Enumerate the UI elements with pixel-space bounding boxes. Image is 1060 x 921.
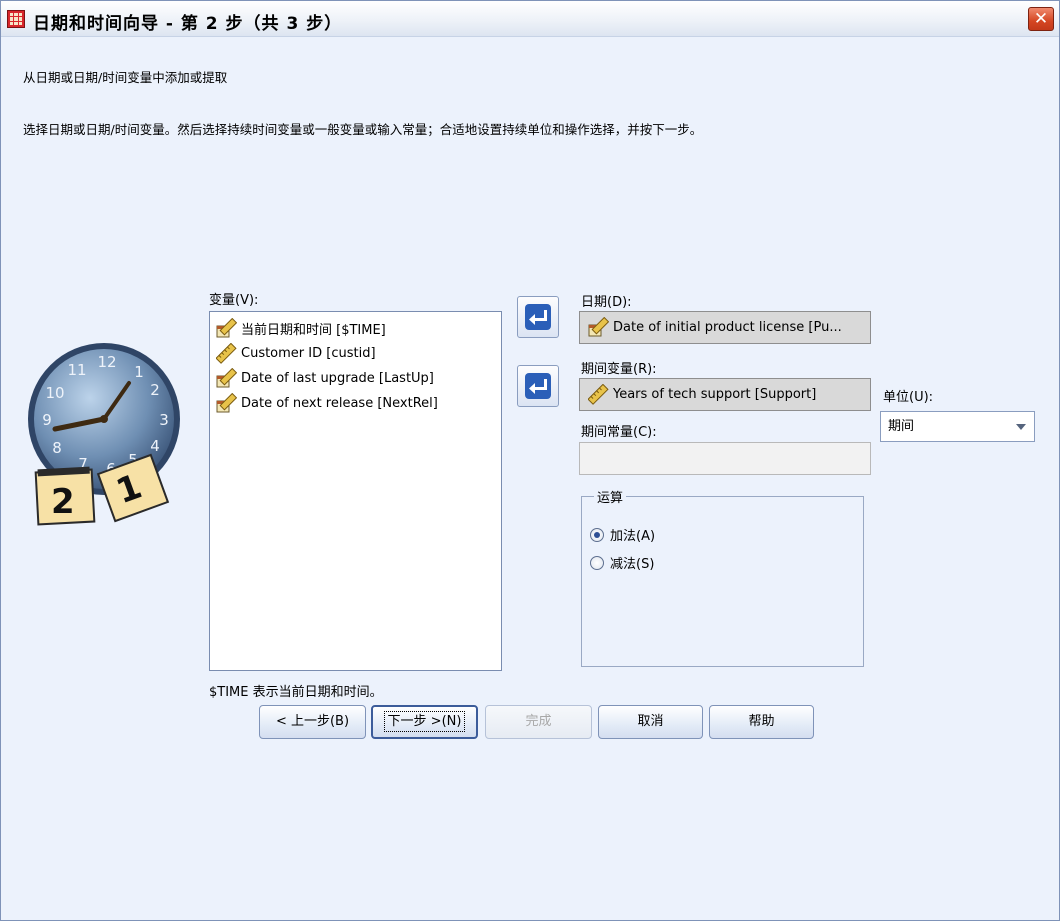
date-field-value: Date of initial product license [Pu... bbox=[613, 320, 842, 335]
variables-label: 变量(V): bbox=[209, 293, 259, 308]
clock-icon: 12 11 1 10 2 9 3 8 4 7 6 5 2 bbox=[28, 343, 180, 526]
clock-number: 10 bbox=[45, 384, 64, 402]
chevron-down-icon[interactable] bbox=[1016, 424, 1026, 430]
list-item[interactable]: Date of next release [NextRel] bbox=[216, 392, 438, 414]
calendar-page-number: 2 bbox=[51, 482, 75, 522]
duration-constant-input[interactable] bbox=[579, 442, 871, 475]
move-to-date-button[interactable] bbox=[517, 296, 559, 338]
date-ruler-icon bbox=[216, 392, 237, 412]
next-button-label: 下一步 >(N) bbox=[383, 711, 466, 732]
clock-calendar-illustration: 12 11 1 10 2 9 3 8 4 7 6 5 2 bbox=[19, 341, 199, 531]
variable-label: Customer ID [custid] bbox=[241, 345, 376, 361]
clock-number: 12 bbox=[97, 353, 116, 371]
add-radio-label: 加法(A) bbox=[610, 529, 656, 544]
duration-variable-field[interactable]: Years of tech support [Support] bbox=[579, 378, 871, 411]
list-item[interactable]: Date of last upgrade [LastUp] bbox=[216, 367, 434, 389]
operation-group: 运算 加法(A) 减法(S) bbox=[581, 487, 864, 667]
operation-legend: 运算 bbox=[594, 487, 627, 506]
spss-data-icon bbox=[7, 10, 25, 28]
wizard-subtitle: 从日期或日期/时间变量中添加或提取 bbox=[23, 70, 228, 85]
list-item[interactable]: 当前日期和时间 [$TIME] bbox=[216, 317, 386, 339]
date-ruler-icon bbox=[588, 317, 609, 337]
calendar-icon: 2 bbox=[34, 466, 96, 526]
cancel-button[interactable]: 取消 bbox=[598, 705, 703, 739]
clock-number: 4 bbox=[150, 437, 160, 455]
clock-number: 1 bbox=[134, 363, 144, 381]
ruler-icon bbox=[588, 384, 609, 405]
clock-number: 8 bbox=[52, 439, 62, 457]
date-label: 日期(D): bbox=[581, 295, 632, 310]
wizard-instructions: 选择日期或日期/时间变量。然后选择持续时间变量或一般变量或输入常量；合适地设置持… bbox=[23, 122, 703, 137]
clock-number: 3 bbox=[159, 411, 169, 429]
ruler-icon bbox=[216, 342, 237, 364]
variable-label: Date of last upgrade [LastUp] bbox=[241, 370, 434, 386]
duration-variable-label: 期间变量(R): bbox=[581, 362, 657, 377]
unit-selected-value: 期间 bbox=[888, 419, 915, 434]
subtract-radio-label: 减法(S) bbox=[610, 557, 655, 572]
variable-label: 当前日期和时间 [$TIME] bbox=[241, 322, 386, 338]
close-button[interactable]: ✕ bbox=[1028, 7, 1054, 31]
date-field[interactable]: Date of initial product license [Pu... bbox=[579, 311, 871, 344]
add-radio-option[interactable]: 加法(A) bbox=[590, 525, 655, 544]
radio-button[interactable] bbox=[590, 555, 604, 570]
unit-dropdown[interactable]: 期间 bbox=[880, 411, 1035, 442]
time-footnote: $TIME 表示当前日期和时间。 bbox=[209, 685, 383, 700]
duration-constant-label: 期间常量(C): bbox=[581, 425, 657, 440]
next-button[interactable]: 下一步 >(N) bbox=[371, 705, 478, 739]
window-title: 日期和时间向导 - 第 2 步（共 3 步） bbox=[33, 14, 343, 34]
date-time-wizard-dialog: 日期和时间向导 - 第 2 步（共 3 步） ✕ 从日期或日期/时间变量中添加或… bbox=[0, 0, 1060, 921]
date-ruler-icon bbox=[216, 317, 237, 337]
back-button[interactable]: < 上一步(B) bbox=[259, 705, 366, 739]
variable-label: Date of next release [NextRel] bbox=[241, 395, 438, 411]
title-bar: 日期和时间向导 - 第 2 步（共 3 步） ✕ bbox=[1, 1, 1059, 37]
variables-listbox[interactable]: 当前日期和时间 [$TIME] Customer ID [custid] Dat… bbox=[209, 311, 502, 671]
help-button[interactable]: 帮助 bbox=[709, 705, 814, 739]
date-ruler-icon bbox=[216, 367, 237, 387]
subtract-radio-option[interactable]: 减法(S) bbox=[590, 553, 654, 572]
finish-button[interactable]: 完成 bbox=[485, 705, 592, 739]
radio-button[interactable] bbox=[590, 527, 604, 542]
arrow-left-icon bbox=[525, 373, 551, 399]
duration-variable-value: Years of tech support [Support] bbox=[613, 387, 817, 402]
clock-number: 9 bbox=[42, 411, 52, 429]
list-item[interactable]: Customer ID [custid] bbox=[216, 342, 376, 364]
clock-number: 2 bbox=[150, 381, 160, 399]
clock-number: 11 bbox=[67, 361, 86, 379]
move-to-duration-button[interactable] bbox=[517, 365, 559, 407]
arrow-left-icon bbox=[525, 304, 551, 330]
unit-label: 单位(U): bbox=[883, 390, 934, 405]
